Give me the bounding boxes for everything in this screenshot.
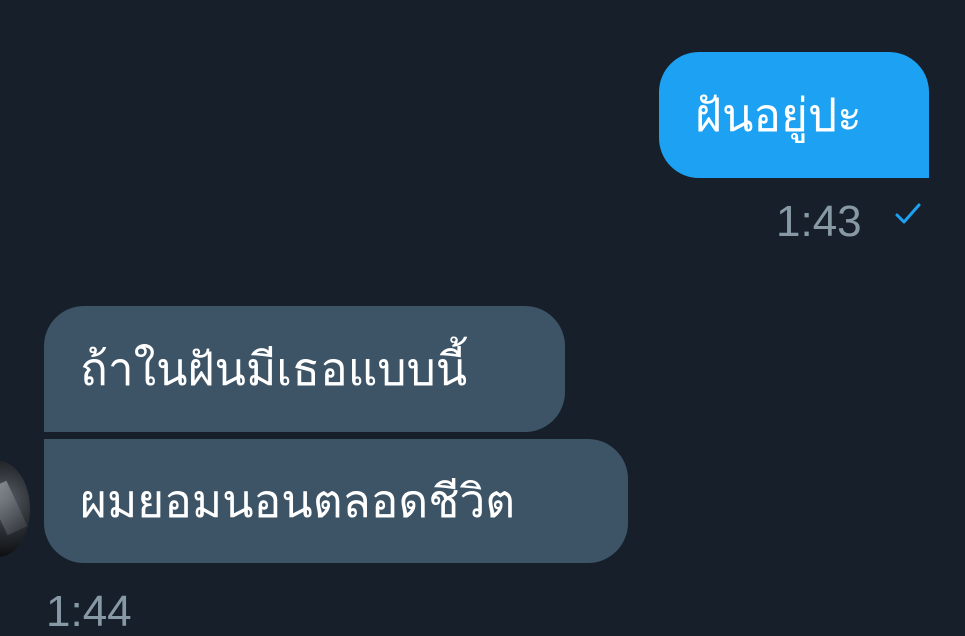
message-text: ถ้าในฝันมีเธอแบบนี้ [80,342,468,396]
outgoing-message-time: 1:43 [776,197,862,246]
sent-check-icon [895,203,921,224]
incoming-message-bubble[interactable]: ถ้าในฝันมีเธอแบบนี้ [44,306,565,432]
conversation-view: ฝันอยู่ปะ 1:43 ถ้าในฝันมีเธอแบบนี้ ผมยอม… [0,0,965,636]
message-text: ผมยอมนอนตลอดชีวิต [80,474,516,528]
outgoing-message-bubble[interactable]: ฝันอยู่ปะ [659,52,929,178]
incoming-message-bubble[interactable]: ผมยอมนอนตลอดชีวิต [44,439,628,563]
message-text: ฝันอยู่ปะ [695,88,862,142]
sender-avatar[interactable] [0,461,30,557]
incoming-message-time: 1:44 [46,587,132,636]
